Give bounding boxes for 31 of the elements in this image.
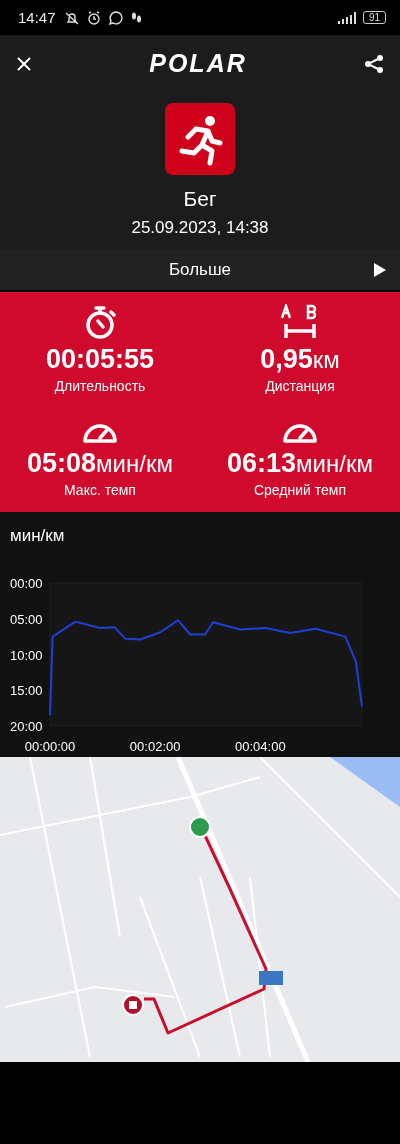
battery-indicator: 91 [362, 11, 386, 24]
alarm-icon [85, 9, 102, 26]
y-tick-label: 20:00 [10, 719, 43, 734]
stat-label: Макс. темп [64, 482, 136, 498]
y-tick-label: 10:00 [10, 647, 43, 663]
chart-unit-label: мин/км [9, 525, 66, 546]
x-tick-label: 00:02:00 [129, 739, 181, 754]
stat-label: Средний темп [253, 482, 347, 498]
stat-value: 00:05:55 [45, 344, 155, 375]
play-triangle-icon [372, 263, 386, 277]
chat-bubble-icon [107, 9, 124, 26]
close-icon [16, 55, 32, 72]
stat-label: Длительность [54, 378, 146, 394]
share-icon [364, 53, 384, 74]
y-tick-label: 00:00 [10, 576, 43, 591]
y-tick-label: 15:00 [10, 683, 43, 699]
x-tick-label: 00:04:00 [235, 739, 286, 754]
y-tick-label: 05:00 [10, 611, 43, 627]
x-tick-label: 00:00:00 [24, 739, 76, 754]
activity-datetime: 25.09.2023, 14:38 [131, 218, 269, 238]
stat-value: 06:13мин/км [227, 448, 373, 479]
activity-name: Бег [183, 187, 217, 211]
stat-label: Дистанция [265, 378, 335, 394]
signal-icon [336, 11, 357, 24]
running-sport-icon [165, 103, 235, 175]
muted-bell-icon [63, 9, 80, 26]
stat-value: 0,95км [260, 344, 340, 375]
polar-logo: POLAR [149, 49, 247, 78]
more-button[interactable]: Больше [0, 250, 400, 290]
status-time: 14:47 [18, 9, 56, 26]
stat-value: 05:08мин/км [27, 448, 173, 479]
